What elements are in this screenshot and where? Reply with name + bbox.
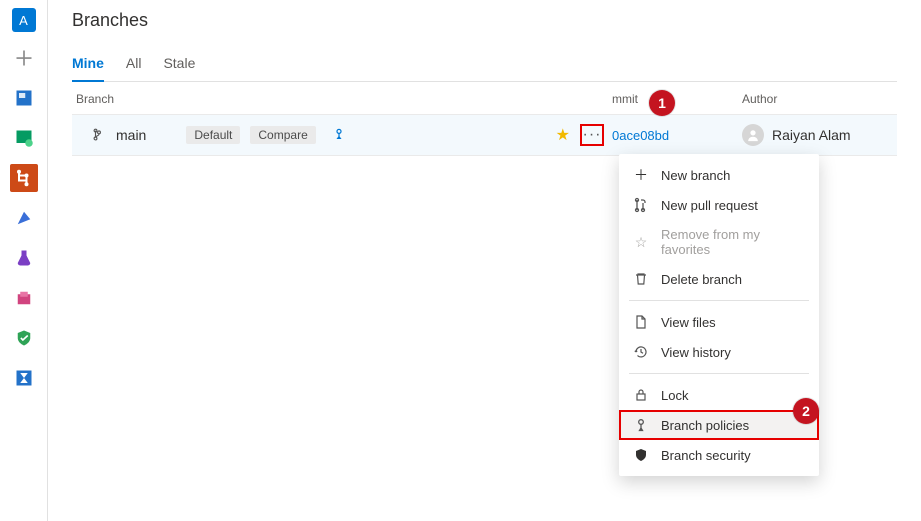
menu-new-branch[interactable]: ＋ New branch xyxy=(619,160,819,190)
commit-hash-link[interactable]: 0ace08bd xyxy=(612,128,742,143)
menu-label: Delete branch xyxy=(661,272,742,287)
annotation-1: 1 xyxy=(649,90,675,116)
sidebar-item-boards[interactable] xyxy=(10,124,38,152)
plus-icon xyxy=(14,48,34,68)
pull-request-icon xyxy=(633,197,649,213)
author-avatar xyxy=(742,124,764,146)
menu-view-history[interactable]: View history xyxy=(619,337,819,367)
repos-icon xyxy=(14,168,34,188)
favorite-star-icon[interactable]: ★ xyxy=(556,125,570,145)
menu-label: Branch policies xyxy=(661,418,749,433)
annotation-2: 2 xyxy=(793,398,819,424)
shield-check-icon xyxy=(14,328,34,348)
project-avatar[interactable]: A xyxy=(12,8,36,32)
menu-label: View files xyxy=(661,315,716,330)
pipelines-icon xyxy=(14,208,34,228)
person-icon xyxy=(746,128,760,142)
menu-lock[interactable]: Lock xyxy=(619,380,819,410)
col-branch-header: Branch xyxy=(72,92,612,106)
ellipsis-icon: ··· xyxy=(583,126,602,144)
left-nav-rail: A xyxy=(0,0,48,521)
policy-icon xyxy=(633,417,649,433)
menu-separator xyxy=(629,300,809,301)
col-author-header: Author xyxy=(742,92,897,106)
sidebar-item-pipelines[interactable] xyxy=(10,204,38,232)
page-title: Branches xyxy=(72,10,897,31)
sidebar-item-hourglass[interactable] xyxy=(10,364,38,392)
column-headers: Branch mmit Author xyxy=(72,82,897,114)
policy-badge-icon[interactable] xyxy=(332,127,346,144)
tab-mine[interactable]: Mine xyxy=(72,49,104,81)
tab-all[interactable]: All xyxy=(126,49,142,81)
branch-row[interactable]: main Default Compare ★ ··· 0ace08bd xyxy=(72,114,897,156)
board-icon xyxy=(14,88,34,108)
trash-icon xyxy=(633,271,649,287)
sidebar-item-compliance[interactable] xyxy=(10,324,38,352)
menu-branch-policies[interactable]: Branch policies xyxy=(619,410,819,440)
shield-icon xyxy=(633,447,649,463)
author-name: Raiyan Alam xyxy=(772,127,851,143)
file-icon xyxy=(633,314,649,330)
menu-label: Branch security xyxy=(661,448,751,463)
menu-label: View history xyxy=(661,345,731,360)
badge-compare[interactable]: Compare xyxy=(250,126,315,144)
menu-label: Lock xyxy=(661,388,688,403)
menu-view-files[interactable]: View files xyxy=(619,307,819,337)
sidebar-item-repos[interactable] xyxy=(10,164,38,192)
flask-icon xyxy=(14,248,34,268)
sidebar-item-artifacts[interactable] xyxy=(10,284,38,312)
badge-default: Default xyxy=(186,126,240,144)
new-item-button[interactable] xyxy=(10,44,38,72)
hourglass-icon xyxy=(14,368,34,388)
menu-delete-branch[interactable]: Delete branch xyxy=(619,264,819,294)
lock-icon xyxy=(633,387,649,403)
history-icon xyxy=(633,344,649,360)
menu-separator xyxy=(629,373,809,374)
menu-label: New pull request xyxy=(661,198,758,213)
menu-branch-security[interactable]: Branch security xyxy=(619,440,819,470)
sidebar-item-overview[interactable] xyxy=(10,84,38,112)
more-actions-button[interactable]: ··· xyxy=(580,124,604,146)
menu-label: Remove from my favorites xyxy=(661,227,805,257)
star-outline-icon: ☆ xyxy=(633,234,649,250)
branch-tabs: Mine All Stale xyxy=(72,49,897,82)
artifacts-icon xyxy=(14,288,34,308)
branch-icon xyxy=(92,128,106,142)
branch-context-menu: ＋ New branch New pull request ☆ Remove f… xyxy=(619,154,819,476)
plus-icon: ＋ xyxy=(633,167,649,183)
tab-stale[interactable]: Stale xyxy=(163,49,195,81)
menu-new-pull-request[interactable]: New pull request xyxy=(619,190,819,220)
boards-icon xyxy=(14,128,34,148)
menu-label: New branch xyxy=(661,168,730,183)
branch-name[interactable]: main xyxy=(116,127,146,143)
menu-remove-favorite: ☆ Remove from my favorites xyxy=(619,220,819,264)
col-commit-header: mmit xyxy=(612,92,742,106)
sidebar-item-testplans[interactable] xyxy=(10,244,38,272)
